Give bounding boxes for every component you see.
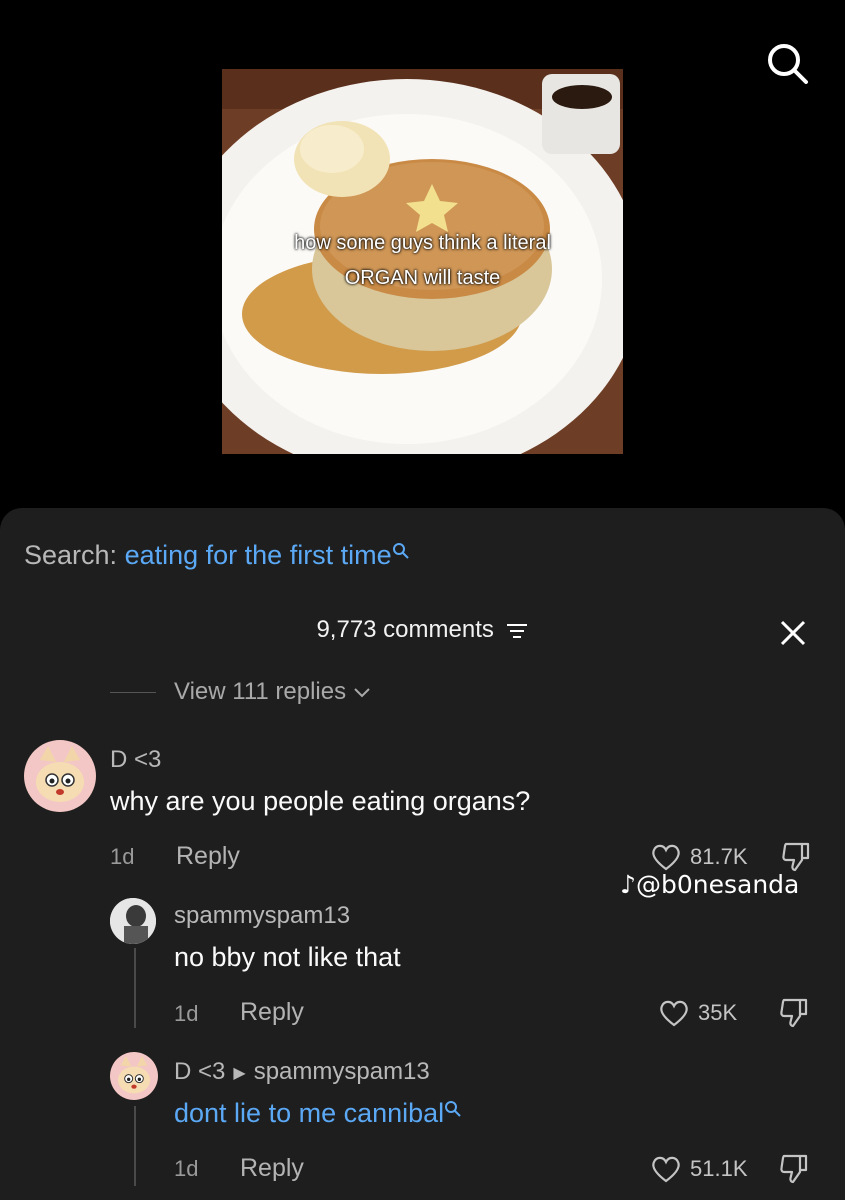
like-button[interactable]: 35K <box>658 998 737 1028</box>
dislike-icon[interactable] <box>778 996 810 1030</box>
pancake-image <box>222 69 623 454</box>
video-caption-line-2: ORGAN will taste <box>344 267 501 289</box>
comments-count: 9,773 comments <box>316 616 494 643</box>
view-replies-button[interactable]: View 111 replies <box>110 678 371 706</box>
reply-to-username[interactable]: spammyspam13 <box>254 1058 430 1085</box>
like-count: 51.1K <box>690 1156 748 1181</box>
chevron-down-icon <box>354 688 370 698</box>
avatar[interactable] <box>110 898 156 944</box>
comment-text[interactable]: dont lie to me cannibal <box>174 1098 462 1129</box>
avatar[interactable] <box>24 740 96 812</box>
video-thumbnail[interactable]: how some guys think a literal ORGAN will… <box>222 69 623 454</box>
comment-username[interactable]: D <3 <box>174 1058 225 1085</box>
search-label: Search: <box>24 540 118 570</box>
like-count: 81.7K <box>690 844 748 869</box>
reply-button[interactable]: Reply <box>240 998 304 1027</box>
avatar[interactable] <box>110 1052 158 1100</box>
comment-age: 1d <box>110 844 135 869</box>
comment-text: why are you people eating organs? <box>110 786 531 816</box>
heart-icon <box>652 844 680 871</box>
photo-avatar-icon <box>110 898 156 944</box>
comments-count-row: 9,773 comments <box>0 616 845 644</box>
comment-age: 1d <box>174 1001 199 1026</box>
search-icon[interactable] <box>762 38 812 88</box>
cat-avatar-icon <box>36 746 84 802</box>
comment-text-link[interactable]: dont lie to me cannibal <box>174 1098 444 1128</box>
like-button[interactable]: 81.7K <box>650 842 748 872</box>
video-area[interactable]: how some guys think a literal ORGAN will… <box>0 0 845 520</box>
reply-username-row: D <3 ▶ spammyspam13 <box>174 1058 430 1086</box>
like-count: 35K <box>698 1000 738 1025</box>
reply-button[interactable]: Reply <box>240 1154 304 1183</box>
replies-divider <box>110 692 156 694</box>
dislike-icon[interactable] <box>780 840 812 874</box>
search-query-link[interactable]: eating for the first time <box>125 540 392 570</box>
reply-arrow-icon: ▶ <box>233 1064 246 1082</box>
close-icon[interactable] <box>778 618 808 648</box>
like-button[interactable]: 51.1K <box>650 1154 748 1184</box>
watermark: ♪@b0nesanda <box>620 870 799 899</box>
comments-sheet: Search: eating for the first time 9,773 … <box>0 508 845 1200</box>
filter-icon[interactable] <box>505 621 529 641</box>
related-search[interactable]: Search: eating for the first time <box>24 540 410 571</box>
heart-icon <box>652 1156 680 1183</box>
cat-avatar-icon <box>118 1056 150 1094</box>
comment-text: no bby not like that <box>174 942 401 972</box>
reply-button[interactable]: Reply <box>176 842 240 871</box>
video-caption-line-1: how some guys think a literal <box>294 232 551 254</box>
tiktok-logo-icon: ♪ <box>620 870 636 899</box>
comment-username[interactable]: spammyspam13 <box>174 902 350 930</box>
heart-icon <box>660 1000 688 1027</box>
comment-username[interactable]: D <3 <box>110 746 161 774</box>
dislike-icon[interactable] <box>778 1152 810 1186</box>
thread-line <box>134 948 136 1028</box>
thread-line <box>134 1106 136 1186</box>
view-replies-label: View 111 replies <box>174 678 347 705</box>
search-small-icon <box>392 543 409 559</box>
comment-age: 1d <box>174 1156 199 1181</box>
search-small-icon <box>445 1101 461 1117</box>
watermark-handle: @b0nesanda <box>635 870 800 899</box>
